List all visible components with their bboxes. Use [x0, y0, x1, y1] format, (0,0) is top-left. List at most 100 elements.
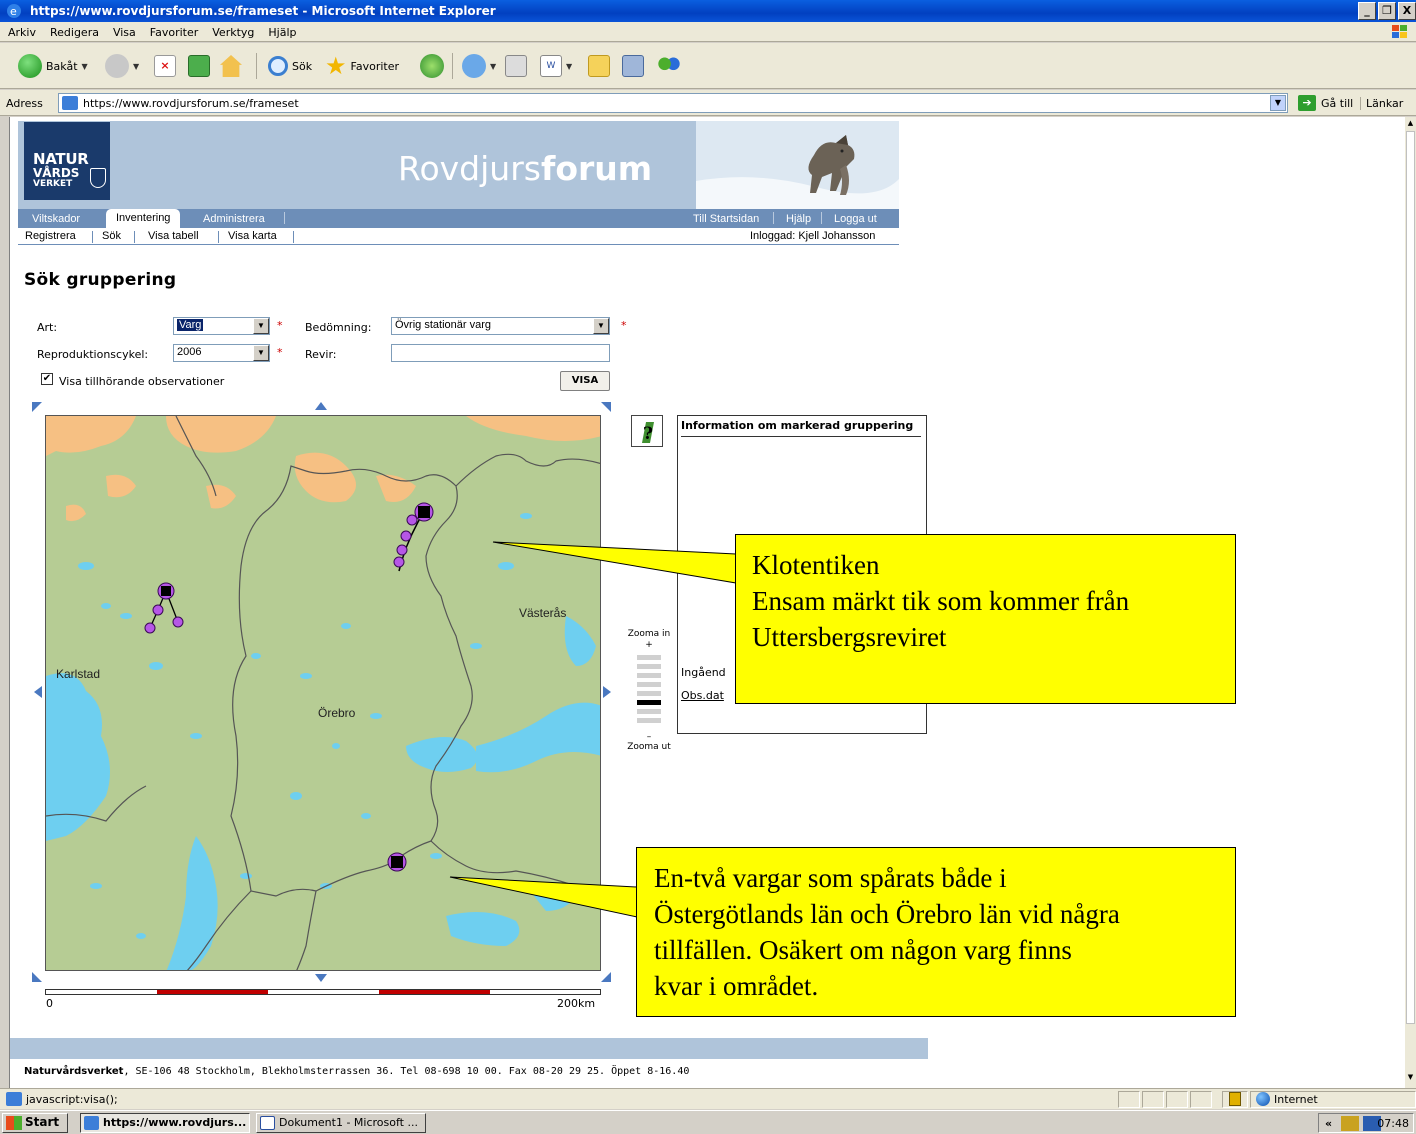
window-title-bar[interactable]: e https://www.rovdjursforum.se/frameset …: [0, 0, 1416, 22]
menu-favoriter[interactable]: Favoriter: [150, 26, 198, 39]
zoom-level-8[interactable]: [637, 718, 661, 723]
page-icon: [6, 1092, 22, 1106]
security-zone: Internet: [1256, 1092, 1318, 1106]
page-icon: [62, 96, 78, 110]
messenger-button[interactable]: [658, 51, 680, 81]
refresh-icon: [188, 55, 210, 77]
discuss-button[interactable]: [588, 51, 610, 81]
taskbar-item-word[interactable]: Dokument1 - Microsoft ...: [256, 1113, 426, 1133]
nav-hjalp[interactable]: Hjälp: [786, 213, 811, 225]
art-select[interactable]: Varg ▼: [173, 317, 270, 335]
address-input[interactable]: https://www.rovdjursforum.se/frameset ▼: [58, 93, 1288, 113]
forward-button[interactable]: ▼: [105, 51, 139, 81]
naturvardsverket-logo[interactable]: NATUR VÅRDS VERKET: [24, 122, 110, 200]
links-button[interactable]: Länkar: [1360, 97, 1403, 110]
callout-klotentiken-line3: Uttersbergsreviret: [752, 622, 947, 652]
bedomning-label: Bedömning:: [305, 321, 372, 334]
zoom-level-5[interactable]: [637, 691, 661, 696]
visa-observationer-checkbox[interactable]: ✔: [41, 373, 53, 385]
map-label-orebro: Örebro: [318, 706, 356, 720]
tray-expand-button[interactable]: «: [1325, 1117, 1332, 1130]
taskbar-item-ie[interactable]: https://www.rovdjurs...: [80, 1113, 250, 1133]
network-icon[interactable]: [1341, 1116, 1359, 1131]
forward-arrow-icon: [105, 54, 129, 78]
pan-east-arrow[interactable]: [603, 686, 611, 698]
mail-button[interactable]: ▼: [462, 51, 496, 81]
help-icon: ?: [642, 422, 654, 444]
scrollbar-thumb[interactable]: [1406, 131, 1415, 1024]
chevron-down-icon: ▼: [593, 318, 609, 334]
info-row-ingaende: Ingåend: [681, 666, 726, 679]
minimize-button[interactable]: _: [1358, 2, 1376, 20]
start-button[interactable]: Start: [2, 1113, 68, 1133]
address-dropdown-button[interactable]: ▼: [1270, 95, 1286, 111]
subnav-visa-karta[interactable]: Visa karta: [228, 230, 277, 242]
scale-start-label: 0: [46, 997, 53, 1010]
globe-icon: [1256, 1092, 1270, 1106]
lock-icon: [1229, 1092, 1241, 1106]
art-label: Art:: [37, 321, 58, 334]
pan-south-arrow[interactable]: [315, 974, 327, 982]
favorites-button[interactable]: ★ Favoriter: [325, 51, 399, 81]
tab-viltskador[interactable]: Viltskador: [32, 213, 80, 225]
visa-button[interactable]: VISA: [560, 371, 610, 391]
pan-north-arrow[interactable]: [315, 402, 327, 410]
bedomning-select[interactable]: Övrig stationär varg ▼: [391, 317, 610, 335]
subnav-visa-tabell[interactable]: Visa tabell: [148, 230, 199, 242]
edit-button[interactable]: W ▼: [540, 51, 572, 81]
tab-inventering[interactable]: Inventering: [106, 209, 181, 228]
home-button[interactable]: [220, 51, 242, 81]
word-icon: W: [540, 55, 562, 77]
internet-explorer-icon: [84, 1116, 99, 1130]
zoom-level-4[interactable]: [637, 682, 661, 687]
nav-till-startsidan[interactable]: Till Startsidan: [693, 213, 759, 225]
pan-southeast-arrow[interactable]: [601, 972, 611, 982]
maximize-button[interactable]: ❐: [1378, 2, 1396, 20]
zoom-out-button[interactable]: –: [623, 732, 675, 742]
scroll-up-arrow[interactable]: ▲: [1406, 119, 1415, 127]
zoom-level-3[interactable]: [637, 673, 661, 678]
visa-observationer-label: Visa tillhörande observationer: [59, 375, 225, 388]
help-button[interactable]: ?: [631, 415, 663, 447]
scroll-down-arrow[interactable]: ▼: [1406, 1073, 1415, 1081]
revir-input[interactable]: [391, 344, 610, 362]
stop-button[interactable]: ×: [154, 51, 176, 81]
home-icon: [220, 55, 242, 77]
map-view[interactable]: Karlstad Örebro Västerås: [45, 415, 601, 971]
subnav-registrera[interactable]: Registrera: [25, 230, 76, 242]
research-button[interactable]: [622, 51, 644, 81]
wolf-group-south[interactable]: [387, 852, 407, 872]
info-row-obsdatum[interactable]: Obs.dat: [681, 689, 724, 702]
address-bar: Adress https://www.rovdjursforum.se/fram…: [0, 90, 1416, 116]
history-button[interactable]: [420, 51, 444, 81]
menu-arkiv[interactable]: Arkiv: [8, 26, 36, 39]
back-button[interactable]: Bakåt ▼: [18, 51, 88, 81]
address-url[interactable]: https://www.rovdjursforum.se/frameset: [83, 97, 299, 110]
history-icon: [420, 54, 444, 78]
menu-hjalp[interactable]: Hjälp: [268, 26, 296, 39]
page-content: NATUR VÅRDS VERKET Rovdjursforum Viltska…: [9, 117, 1405, 1088]
zoom-level-6[interactable]: [637, 700, 661, 705]
pan-west-arrow[interactable]: [34, 686, 42, 698]
pan-southwest-arrow[interactable]: [32, 972, 42, 982]
tab-administrera[interactable]: Administrera: [203, 213, 265, 225]
go-button[interactable]: ➔ Gå till: [1298, 95, 1353, 111]
subnav-sok[interactable]: Sök: [102, 230, 121, 242]
pan-northeast-arrow[interactable]: [601, 402, 611, 412]
zoom-out-label: Zooma ut: [627, 742, 671, 752]
reproduktionscykel-select[interactable]: 2006 ▼: [173, 344, 270, 362]
pan-northwest-arrow[interactable]: [32, 402, 42, 412]
print-button[interactable]: [505, 51, 527, 81]
zoom-level-7[interactable]: [637, 709, 661, 714]
zoom-level-2[interactable]: [637, 664, 661, 669]
menu-visa[interactable]: Visa: [113, 26, 136, 39]
nav-logga-ut[interactable]: Logga ut: [834, 213, 877, 225]
menu-redigera[interactable]: Redigera: [50, 26, 99, 39]
zoom-level-1[interactable]: [637, 655, 661, 660]
menu-verktyg[interactable]: Verktyg: [212, 26, 254, 39]
zoom-in-button[interactable]: +: [623, 640, 675, 650]
vertical-scrollbar[interactable]: ▲ ▼: [1405, 117, 1416, 1088]
search-button[interactable]: Sök: [268, 51, 312, 81]
refresh-button[interactable]: [188, 51, 210, 81]
close-button[interactable]: X: [1398, 2, 1416, 20]
